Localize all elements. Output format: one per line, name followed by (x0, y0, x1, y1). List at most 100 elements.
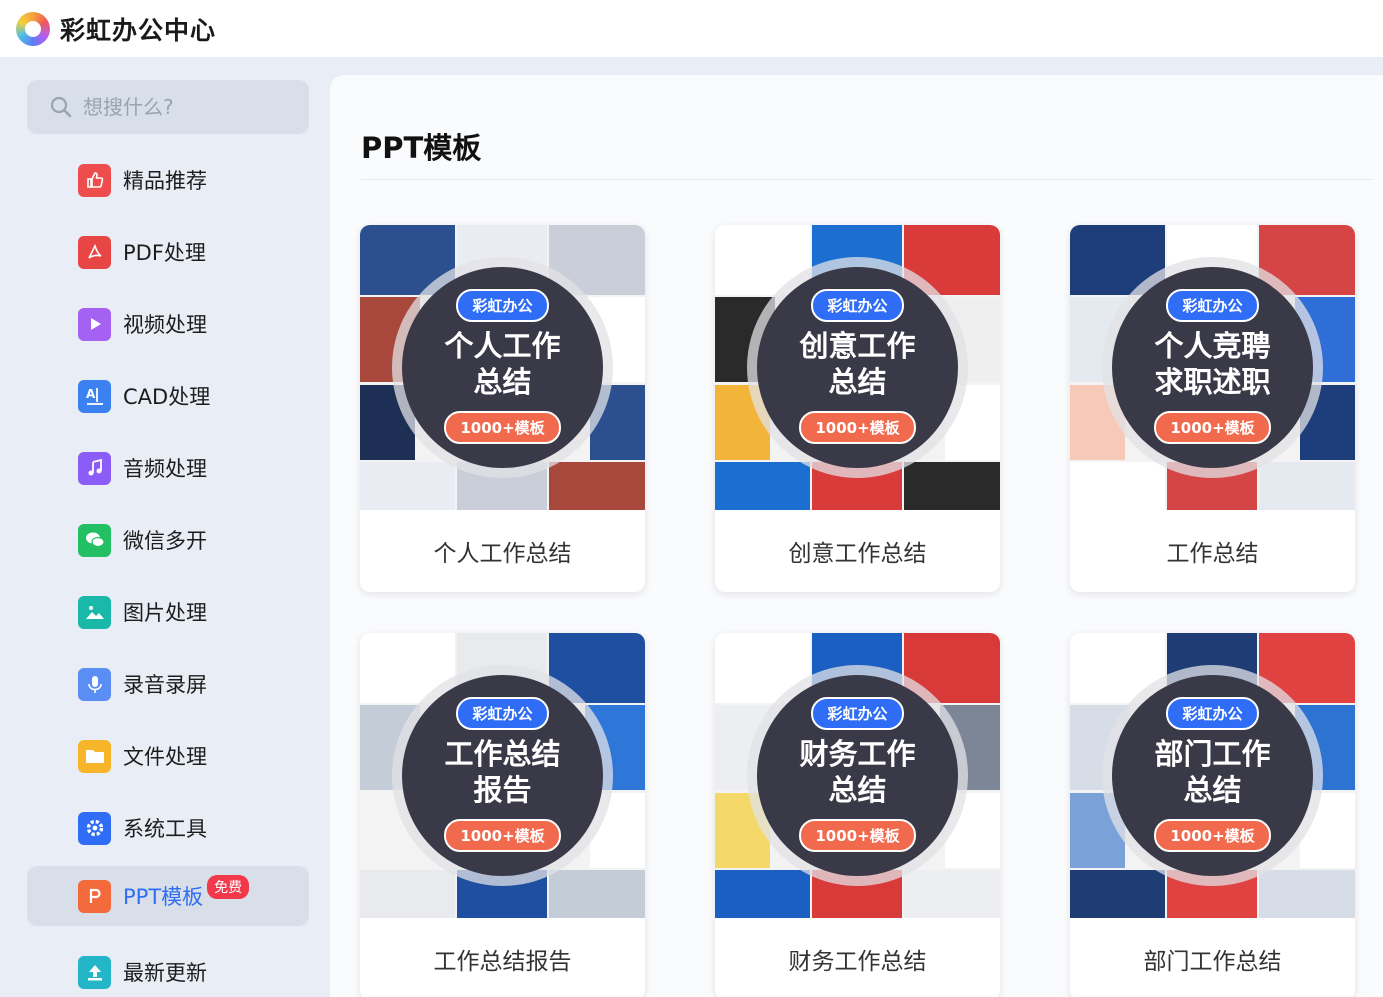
template-thumbnail: 彩虹办公财务工作 总结 1000+模板 (715, 633, 1000, 918)
disc-title: 个人工作 总结 (418, 328, 588, 400)
sidebar-item-label: 精品推荐 (123, 169, 207, 193)
thumbnail-tile (549, 870, 645, 918)
brand-pill: 彩虹办公 (811, 697, 904, 730)
search-input[interactable] (83, 95, 283, 119)
template-count-pill: 1000+模板 (799, 819, 916, 852)
template-card-label: 工作总结 (1166, 541, 1259, 567)
thumbnail-badge-disc: 彩虹办公部门工作 总结 1000+模板 (1112, 675, 1313, 876)
title-bar: 彩虹办公中心 (0, 0, 1383, 57)
sidebar-item-3[interactable]: A CAD处理 (27, 366, 309, 426)
thumbnail-badge-disc: 彩虹办公工作总结 报告 1000+模板 (402, 675, 603, 876)
thumbnail-tile (715, 462, 810, 510)
thumbnail-tile (1070, 870, 1165, 918)
sidebar-item-label: PPT模板 (123, 885, 204, 909)
template-card-label: 财务工作总结 (788, 949, 927, 975)
sidebar-item-8[interactable]: 文件处理 (27, 726, 309, 786)
thumbnail-tile (360, 462, 455, 510)
page-title: PPT模板 (361, 131, 482, 165)
disc-title-line: 工作总结 (444, 737, 561, 771)
sidebar-item-label: 最新更新 (123, 961, 207, 985)
sidebar-item-0[interactable]: 精品推荐 (27, 150, 309, 210)
template-card[interactable]: 彩虹办公 部门工作 总结 1000+模板 部门工作总结 (1070, 633, 1355, 997)
sidebar-item-7[interactable]: 录音录屏 (27, 654, 309, 714)
sidebar-item-4[interactable]: 音频处理 (27, 438, 309, 498)
sidebar-item-label: 录音录屏 (123, 673, 207, 697)
pdf-icon (78, 235, 111, 269)
template-thumbnail: 彩虹办公工作总结 报告 1000+模板 (360, 633, 645, 918)
app-title: 彩虹办公中心 (60, 15, 217, 45)
upload-icon (78, 955, 111, 989)
disc-title-line: 总结 (1183, 773, 1242, 807)
disc-title-line: 部门工作 (1154, 737, 1271, 771)
sidebar-item-9[interactable]: 系统工具 (27, 798, 309, 858)
thumbnail-badge-disc: 彩虹办公 创意工作 总结 1000+模板 (757, 267, 958, 468)
thumbs-up-icon (78, 163, 111, 197)
template-count-pill: 1000+模板 (1154, 411, 1271, 444)
template-card[interactable]: 彩虹办公工作总结 报告 1000+模板 工作总结报告 (360, 633, 645, 997)
title-divider (361, 179, 1373, 180)
play-icon (78, 307, 111, 341)
template-card-label: 创意工作总结 (788, 541, 927, 567)
template-count-pill: 1000+模板 (1154, 819, 1271, 852)
thumbnail-badge-disc: 彩虹办公财务工作 总结 1000+模板 (757, 675, 958, 876)
template-thumbnail: 彩虹办公个人竞聘 求职述职 1000+模板 (1070, 225, 1355, 510)
thumbnail-tile (904, 870, 1000, 918)
sidebar-item-label: 系统工具 (123, 817, 207, 841)
template-card-label: 个人工作总结 (433, 541, 572, 567)
sidebar-item-label: 微信多开 (123, 529, 207, 553)
brand-pill: 彩虹办公 (811, 289, 904, 322)
thumbnail-badge-disc: 彩虹办公个人竞聘 求职述职 1000+模板 (1112, 267, 1313, 468)
brand-pill: 彩虹办公 (456, 289, 549, 322)
thumbnail-badge-disc: 彩虹办公个人工作 总结 1000+模板 (402, 267, 603, 468)
thumbnail-tile (1259, 462, 1355, 510)
sidebar-item-6[interactable]: 图片处理 (27, 582, 309, 642)
brand-pill: 彩虹办公 (1166, 289, 1259, 322)
music-icon (78, 451, 111, 485)
thumbnail-tile (715, 870, 810, 918)
disc-title-line: 求职述职 (1154, 365, 1271, 399)
rainbow-logo-icon (16, 11, 50, 46)
template-card[interactable]: 彩虹办公个人竞聘 求职述职 1000+模板工作总结 (1070, 225, 1355, 592)
template-thumbnail: 彩虹办公 创意工作 总结 1000+模板 (715, 225, 1000, 510)
thumbnail-tile (360, 870, 455, 918)
template-thumbnail: 彩虹办公部门工作 总结 1000+模板 (1070, 633, 1355, 918)
main-panel: PPT模板 彩虹办公 个人工作 总结 1000+模板 个人工作总结 彩虹办公 创意工作 总结 1… (330, 75, 1383, 997)
disc-title-line: 总结 (828, 365, 887, 399)
thumbnail-tile (1259, 870, 1355, 918)
brand-pill: 彩虹办公 (456, 697, 549, 730)
thumbnail-tile (1070, 462, 1165, 510)
disc-title-line: 个人工作 (444, 329, 561, 363)
sidebar-item-label: 文件处理 (123, 745, 207, 769)
sidebar-item-label: 视频处理 (123, 313, 207, 337)
sidebar-item-2[interactable]: 视频处理 (27, 294, 309, 354)
search-box[interactable] (27, 80, 309, 134)
sidebar-item-5[interactable]: 微信多开 (27, 510, 309, 570)
disc-title-line: 个人竞聘 (1154, 329, 1271, 363)
template-count-pill: 1000+模板 (444, 819, 561, 852)
disc-title: 财务工作 总结 (773, 736, 943, 808)
svg-text:A: A (86, 387, 96, 401)
template-card-label: 部门工作总结 (1143, 949, 1282, 975)
brand-pill: 彩虹办公 (1166, 697, 1259, 730)
template-card[interactable]: 彩虹办公 创意工作 总结 1000+模板 创意工作总结 (715, 225, 1000, 592)
microphone-icon (78, 667, 111, 701)
wechat-icon (78, 523, 111, 557)
folder-icon (78, 739, 111, 773)
disc-title-line: 总结 (828, 773, 887, 807)
disc-title-line: 报告 (473, 773, 532, 807)
thumbnail-tile (549, 462, 645, 510)
template-card[interactable]: 彩虹办公 财务工作 总结 1000+模板 财务工作总结 (715, 633, 1000, 997)
sidebar-item-label: 图片处理 (123, 601, 207, 625)
search-icon (50, 96, 72, 118)
disc-title: 创意工作 总结 (773, 328, 943, 400)
sidebar-item-11[interactable]: 最新更新 (27, 942, 309, 997)
image-icon (78, 595, 111, 629)
sidebar-item-1[interactable]: PDF处理 (27, 222, 309, 282)
template-card[interactable]: 彩虹办公 个人工作 总结 1000+模板 个人工作总结 (360, 225, 645, 592)
free-badge: 免费 (207, 875, 250, 899)
disc-title-line: 财务工作 (799, 737, 916, 771)
template-count-pill: 1000+模板 (444, 411, 561, 444)
sidebar-item-10[interactable]: PPT模板 免费 (27, 866, 309, 926)
sidebar: 精品推荐 PDF处理视频处理 A CAD处理音频处理微信多开图片处理录音录屏文件处理系… (0, 57, 330, 997)
disc-title-line: 总结 (473, 365, 532, 399)
